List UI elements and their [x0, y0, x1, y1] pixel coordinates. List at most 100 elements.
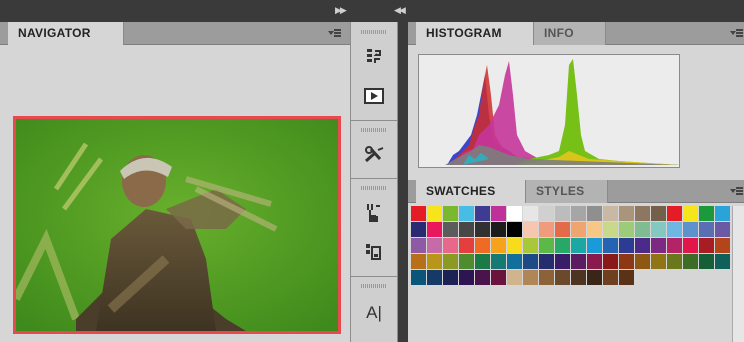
color-swatch[interactable]	[523, 270, 538, 285]
color-swatch[interactable]	[715, 238, 730, 253]
color-swatch[interactable]	[523, 238, 538, 253]
color-swatch[interactable]	[507, 254, 522, 269]
color-swatch[interactable]	[587, 270, 602, 285]
color-swatch[interactable]	[603, 254, 618, 269]
color-swatch[interactable]	[411, 206, 426, 221]
play-action-icon[interactable]	[363, 86, 385, 108]
clone-source-icon[interactable]	[363, 202, 385, 224]
color-swatch[interactable]	[459, 238, 474, 253]
color-swatch[interactable]	[603, 238, 618, 253]
color-swatch[interactable]	[635, 206, 650, 221]
color-swatch[interactable]	[491, 238, 506, 253]
grip-handle[interactable]	[361, 284, 387, 288]
color-swatch[interactable]	[539, 222, 554, 237]
color-swatch[interactable]	[683, 238, 698, 253]
color-swatch[interactable]	[507, 222, 522, 237]
color-swatch[interactable]	[699, 254, 714, 269]
swatches-scrollbar[interactable]	[732, 206, 744, 342]
color-swatch[interactable]	[427, 238, 442, 253]
color-swatch[interactable]	[427, 254, 442, 269]
color-swatch[interactable]	[603, 270, 618, 285]
color-swatch[interactable]	[427, 206, 442, 221]
color-swatch[interactable]	[603, 206, 618, 221]
color-swatch[interactable]	[507, 206, 522, 221]
color-swatch[interactable]	[475, 270, 490, 285]
color-swatch[interactable]	[603, 222, 618, 237]
color-swatch[interactable]	[475, 238, 490, 253]
color-swatch[interactable]	[443, 254, 458, 269]
tab-info[interactable]: INFO	[534, 22, 606, 45]
color-swatch[interactable]	[523, 222, 538, 237]
color-swatch[interactable]	[667, 254, 682, 269]
color-swatch[interactable]	[443, 270, 458, 285]
color-swatch[interactable]	[619, 238, 634, 253]
color-swatch[interactable]	[523, 254, 538, 269]
collapse-right-icon[interactable]: ▶▶	[335, 5, 347, 16]
color-swatch[interactable]	[683, 254, 698, 269]
tab-navigator[interactable]: NAVIGATOR	[8, 22, 124, 45]
color-swatch[interactable]	[555, 270, 570, 285]
color-swatch[interactable]	[507, 270, 522, 285]
color-swatch[interactable]	[699, 206, 714, 221]
color-swatch[interactable]	[539, 254, 554, 269]
color-swatch[interactable]	[571, 206, 586, 221]
panel-menu-icon[interactable]	[730, 28, 744, 38]
panel-menu-icon[interactable]	[730, 186, 744, 196]
color-swatch[interactable]	[491, 254, 506, 269]
color-swatch[interactable]	[459, 270, 474, 285]
color-swatch[interactable]	[571, 254, 586, 269]
color-swatch[interactable]	[667, 222, 682, 237]
history-icon[interactable]	[363, 46, 385, 68]
color-swatch[interactable]	[459, 206, 474, 221]
color-swatch[interactable]	[635, 238, 650, 253]
color-swatch[interactable]	[539, 206, 554, 221]
color-swatch[interactable]	[491, 222, 506, 237]
color-swatch[interactable]	[411, 270, 426, 285]
color-swatch[interactable]	[427, 222, 442, 237]
color-swatch[interactable]	[475, 254, 490, 269]
color-swatch[interactable]	[459, 254, 474, 269]
color-swatch[interactable]	[651, 238, 666, 253]
color-swatch[interactable]	[667, 206, 682, 221]
color-swatch[interactable]	[651, 222, 666, 237]
color-swatch[interactable]	[523, 206, 538, 221]
color-swatch[interactable]	[651, 206, 666, 221]
color-swatch[interactable]	[683, 222, 698, 237]
color-swatch[interactable]	[699, 238, 714, 253]
tools-icon[interactable]	[363, 144, 385, 166]
color-swatch[interactable]	[699, 222, 714, 237]
color-swatch[interactable]	[715, 222, 730, 237]
color-swatch[interactable]	[459, 222, 474, 237]
color-swatch[interactable]	[667, 238, 682, 253]
color-swatch[interactable]	[411, 254, 426, 269]
color-swatch[interactable]	[491, 270, 506, 285]
color-swatch[interactable]	[427, 270, 442, 285]
panel-menu-icon[interactable]	[328, 28, 342, 38]
color-swatch[interactable]	[635, 254, 650, 269]
color-swatch[interactable]	[571, 270, 586, 285]
color-swatch[interactable]	[475, 222, 490, 237]
color-swatch[interactable]	[619, 254, 634, 269]
color-swatch[interactable]	[539, 238, 554, 253]
color-swatch[interactable]	[555, 206, 570, 221]
navigator-preview-image[interactable]	[13, 116, 341, 334]
color-swatch[interactable]	[587, 222, 602, 237]
tab-histogram[interactable]: HISTOGRAM	[416, 22, 534, 45]
character-icon[interactable]: A|	[363, 302, 385, 324]
color-swatch[interactable]	[619, 206, 634, 221]
color-swatch[interactable]	[507, 238, 522, 253]
color-swatch[interactable]	[475, 206, 490, 221]
color-swatch[interactable]	[619, 270, 634, 285]
color-swatch[interactable]	[587, 254, 602, 269]
color-swatch[interactable]	[571, 238, 586, 253]
color-swatch[interactable]	[411, 222, 426, 237]
color-swatch[interactable]	[411, 238, 426, 253]
color-swatch[interactable]	[555, 222, 570, 237]
collapse-left-icon[interactable]: ◀◀	[394, 5, 406, 16]
color-swatch[interactable]	[539, 270, 554, 285]
color-swatch[interactable]	[715, 254, 730, 269]
color-swatch[interactable]	[443, 238, 458, 253]
color-swatch[interactable]	[443, 206, 458, 221]
color-swatch[interactable]	[555, 238, 570, 253]
color-swatch[interactable]	[491, 206, 506, 221]
